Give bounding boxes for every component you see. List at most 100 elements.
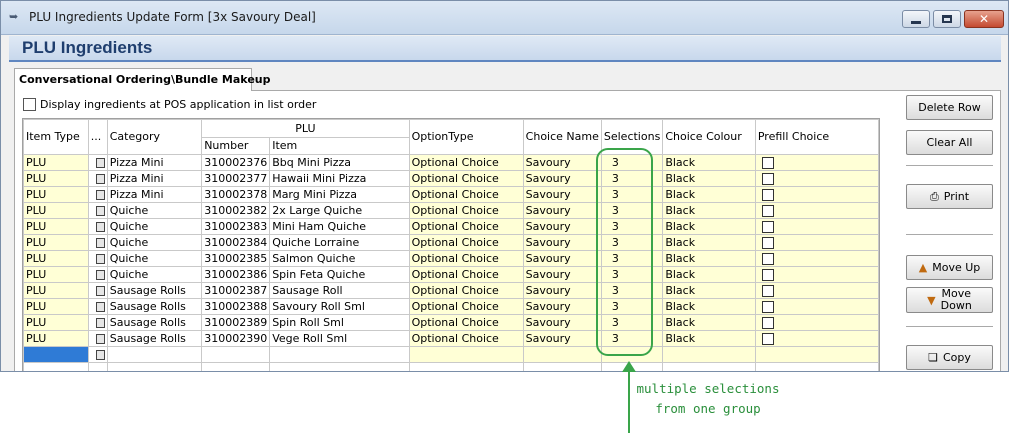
prefill-cell[interactable] [754,234,879,251]
new-row-cell[interactable] [106,346,203,363]
lookup-icon[interactable] [95,157,105,168]
cell-category[interactable]: Sausage Rolls [106,314,203,331]
cell-choice-name[interactable]: Savoury [522,330,602,347]
lookup-icon[interactable] [95,205,105,216]
cell-number[interactable]: 310002388 [201,298,271,315]
prefill-checkbox[interactable] [761,332,774,345]
lookup-icon[interactable] [95,317,105,328]
prefill-checkbox[interactable] [761,156,774,169]
cell-number[interactable]: 310002377 [201,170,271,187]
table-row[interactable]: PLU Quiche 310002386 Spin Feta Quiche Option… [23,266,879,283]
cell-item-type[interactable]: PLU [23,330,89,347]
cell-choice-colour[interactable]: Black [662,314,756,331]
cell-option-type[interactable]: Optional Choice [408,202,524,219]
cell-choice-colour[interactable]: Black [662,234,756,251]
lookup-icon[interactable] [95,301,105,312]
cell-item-type[interactable]: PLU [23,218,89,235]
cell-choice-colour[interactable]: Black [662,266,756,283]
cell-number[interactable]: 310002383 [201,218,271,235]
delete-row-button[interactable]: Delete Row [906,95,993,120]
cell-option-type[interactable]: Optional Choice [408,314,524,331]
cell-item[interactable]: Spin Roll Sml [269,314,410,331]
lookup-cell[interactable] [87,218,108,235]
cell-choice-colour[interactable]: Black [662,170,756,187]
table-row[interactable]: PLU Pizza Mini 310002378 Marg Mini Pizza Opt… [23,186,879,203]
cell-category[interactable]: Pizza Mini [106,186,203,203]
prefill-checkbox[interactable] [761,284,774,297]
lookup-cell[interactable] [87,282,108,299]
cell-category[interactable]: Quiche [106,266,203,283]
cell-item[interactable]: Quiche Lorraine [269,234,410,251]
prefill-checkbox[interactable] [761,316,774,329]
minimize-button[interactable] [902,10,930,28]
table-row[interactable]: PLU Sausage Rolls 310002388 Savoury Roll Sm… [23,298,879,315]
cell-option-type[interactable]: Optional Choice [408,250,524,267]
cell-choice-colour[interactable]: Black [662,186,756,203]
cell-option-type[interactable]: Optional Choice [408,154,524,171]
cell-item-type[interactable]: PLU [23,170,89,187]
header-dots[interactable]: ... [87,119,108,155]
table-row[interactable]: PLU Sausage Rolls 310002387 Sausage Roll Opt… [23,282,879,299]
cell-choice-name[interactable]: Savoury [522,250,602,267]
table-row[interactable]: PLU Quiche 310002383 Mini Ham Quiche Optiona… [23,218,879,235]
lookup-icon[interactable] [95,285,105,296]
cell-number[interactable]: 310002378 [201,186,271,203]
cell-category[interactable]: Sausage Rolls [106,298,203,315]
prefill-checkbox[interactable] [761,220,774,233]
maximize-button[interactable] [933,10,961,28]
cell-item[interactable]: Mini Ham Quiche [269,218,410,235]
header-number[interactable]: Number [201,137,271,155]
cell-item-type[interactable]: PLU [23,202,89,219]
move-down-button[interactable]: ▼ Move Down [906,287,993,313]
prefill-cell[interactable] [754,154,879,171]
cell-item-type[interactable]: PLU [23,250,89,267]
cell-choice-colour[interactable]: Black [662,298,756,315]
lookup-cell[interactable] [87,346,108,363]
new-row-cell[interactable] [201,346,271,363]
prefill-cell[interactable] [754,266,879,283]
cell-option-type[interactable]: Optional Choice [408,298,524,315]
cell-item[interactable]: Salmon Quiche [269,250,410,267]
print-button[interactable]: ⎙ Print [906,184,993,209]
cell-number[interactable]: 310002382 [201,202,271,219]
cell-category[interactable]: Sausage Rolls [106,282,203,299]
table-row[interactable]: PLU Sausage Rolls 310002390 Vege Roll Sml Op… [23,330,879,347]
display-order-checkbox[interactable] [23,98,36,111]
cell-choice-colour[interactable]: Black [662,330,756,347]
cell-item-type[interactable]: PLU [23,298,89,315]
lookup-cell[interactable] [87,330,108,347]
cell-category[interactable]: Quiche [106,202,203,219]
lookup-cell[interactable] [87,170,108,187]
cell-category[interactable]: Quiche [106,218,203,235]
lookup-cell[interactable] [87,298,108,315]
cell-choice-name[interactable]: Savoury [522,154,602,171]
cell-choice-name[interactable]: Savoury [522,298,602,315]
header-item[interactable]: Item [269,137,410,155]
copy-button[interactable]: ❏ Copy [906,345,993,370]
new-row-cell[interactable] [408,346,524,363]
lookup-icon[interactable] [95,189,105,200]
prefill-cell[interactable] [754,170,879,187]
lookup-icon[interactable] [95,237,105,248]
cell-category[interactable]: Quiche [106,250,203,267]
header-prefill-choice[interactable]: Prefill Choice [754,119,879,155]
cell-item-type[interactable]: PLU [23,154,89,171]
ingredients-grid[interactable]: Item Type ... Category PLU OptionType Ch… [22,118,880,371]
cell-choice-colour[interactable]: Black [662,218,756,235]
lookup-cell[interactable] [87,266,108,283]
lookup-icon[interactable] [95,333,105,344]
cell-number[interactable]: 310002385 [201,250,271,267]
cell-number[interactable]: 310002386 [201,266,271,283]
cell-item[interactable]: Spin Feta Quiche [269,266,410,283]
lookup-cell[interactable] [87,186,108,203]
prefill-cell[interactable] [754,250,879,267]
table-row[interactable]: PLU Sausage Rolls 310002389 Spin Roll Sml Op… [23,314,879,331]
cell-option-type[interactable]: Optional Choice [408,186,524,203]
prefill-cell[interactable] [754,218,879,235]
cell-item[interactable]: Bbq Mini Pizza [269,154,410,171]
close-button[interactable]: ✕ [964,10,1004,28]
cell-option-type[interactable]: Optional Choice [408,330,524,347]
new-row[interactable] [23,346,879,363]
cell-number[interactable]: 310002389 [201,314,271,331]
header-option-type[interactable]: OptionType [408,119,524,155]
